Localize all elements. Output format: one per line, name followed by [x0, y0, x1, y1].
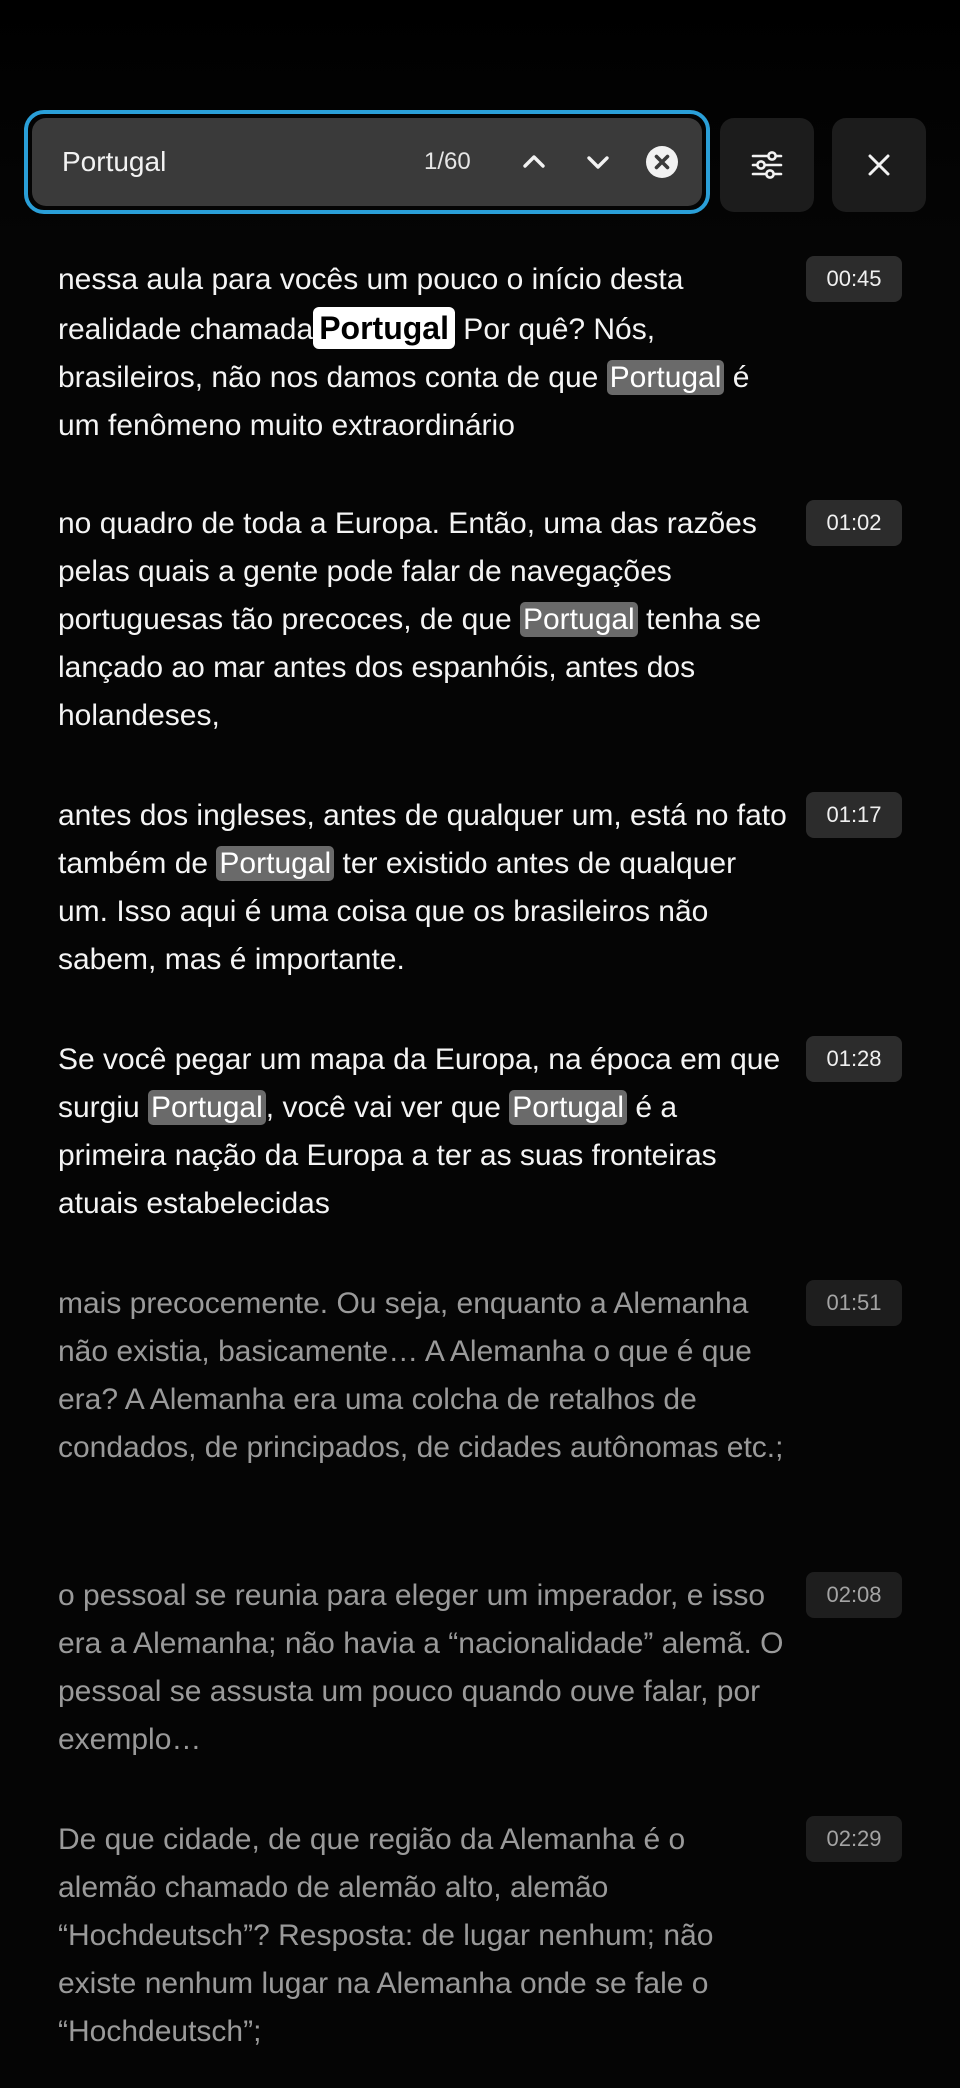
segment-text: o pessoal se reunia para eleger um imper…	[58, 1572, 788, 1764]
match-highlight: Portugal	[606, 360, 725, 395]
chevron-up-icon	[523, 155, 545, 168]
segment-text: nessa aula para vocês um pouco o início …	[58, 256, 788, 450]
current-match-highlight: Portugal	[313, 307, 455, 349]
segment-text: no quadro de toda a Europa. Então, uma d…	[58, 500, 788, 740]
match-counter: 1/60	[424, 148, 471, 175]
segment-text-run: mais precocemente. Ou seja, enquanto a A…	[58, 1287, 784, 1464]
segment-text-run: o pessoal se reunia para eleger um imper…	[58, 1579, 784, 1756]
timestamp-badge[interactable]: 01:02	[806, 500, 902, 546]
chevron-down-icon	[587, 156, 609, 169]
timestamp-badge[interactable]: 01:17	[806, 792, 902, 838]
match-highlight: Portugal	[148, 1090, 266, 1125]
next-match-button[interactable]	[576, 140, 620, 184]
close-icon	[868, 154, 890, 176]
clear-search-button[interactable]	[640, 140, 684, 184]
sliders-icon	[751, 151, 783, 179]
search-field-container[interactable]: 1/60	[32, 118, 702, 206]
segment-text: De que cidade, de que região da Alemanha…	[58, 1816, 788, 2056]
search-input[interactable]	[62, 118, 392, 206]
timestamp-badge[interactable]: 01:28	[806, 1036, 902, 1082]
close-search-button[interactable]	[832, 118, 926, 212]
timestamp-badge[interactable]: 02:08	[806, 1572, 902, 1618]
search-box[interactable]: 1/60	[24, 110, 710, 214]
segment-text: antes dos ingleses, antes de qualquer um…	[58, 792, 788, 984]
match-highlight: Portugal	[519, 602, 638, 637]
filter-settings-button[interactable]	[720, 118, 814, 212]
timestamp-badge[interactable]: 00:45	[806, 256, 902, 302]
segment-text-run: , você vai ver que	[265, 1091, 510, 1124]
previous-match-button[interactable]	[512, 140, 556, 184]
segment-text: Se você pegar um mapa da Europa, na époc…	[58, 1036, 788, 1228]
segment-text-run: De que cidade, de que região da Alemanha…	[58, 1823, 714, 2048]
segment-text: mais precocemente. Ou seja, enquanto a A…	[58, 1280, 788, 1472]
match-highlight: Portugal	[216, 846, 335, 881]
clear-circle-icon	[646, 146, 678, 178]
timestamp-badge[interactable]: 01:51	[806, 1280, 902, 1326]
timestamp-badge[interactable]: 02:29	[806, 1816, 902, 1862]
match-highlight: Portugal	[509, 1090, 628, 1125]
